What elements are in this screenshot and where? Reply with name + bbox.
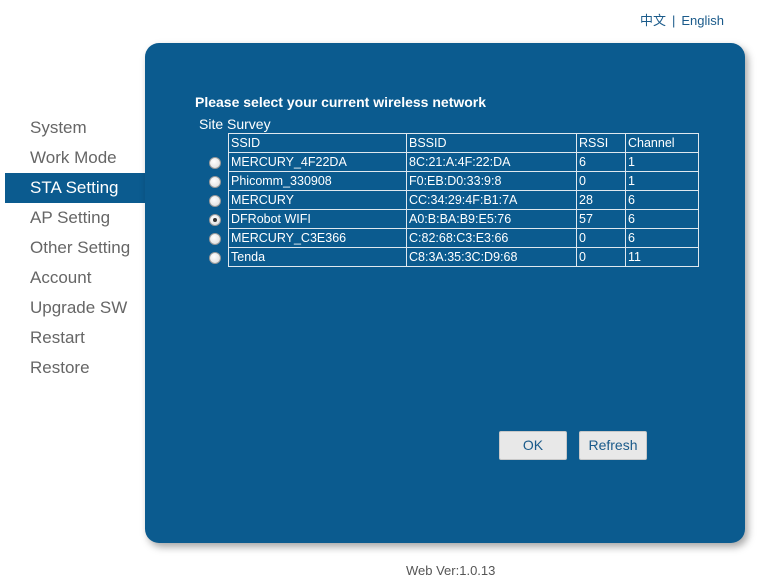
network-radio[interactable] <box>208 251 221 264</box>
channel-cell: 1 <box>625 171 699 191</box>
rssi-cell: 0 <box>576 171 626 191</box>
channel-cell: 6 <box>625 190 699 210</box>
sidebar-item-other-setting[interactable]: Other Setting <box>0 233 145 263</box>
radio-cell <box>201 153 229 172</box>
sidebar-item-restart[interactable]: Restart <box>0 323 145 353</box>
header-rssi: RSSI <box>576 133 626 153</box>
sidebar-item-ap-setting[interactable]: AP Setting <box>0 203 145 233</box>
header-bssid: BSSID <box>406 133 577 153</box>
channel-cell: 11 <box>625 247 699 267</box>
network-radio[interactable] <box>208 194 221 207</box>
rssi-cell: 0 <box>576 247 626 267</box>
rssi-cell: 57 <box>576 209 626 229</box>
radio-cell <box>201 191 229 210</box>
bssid-cell: 8C:21:A:4F:22:DA <box>406 152 577 172</box>
sidebar-item-restore[interactable]: Restore <box>0 353 145 383</box>
sidebar-item-work-mode[interactable]: Work Mode <box>0 143 145 173</box>
ssid-cell: MERCURY_4F22DA <box>228 152 407 172</box>
network-radio[interactable] <box>208 213 221 226</box>
sidebar-nav: System Work Mode STA Setting AP Setting … <box>0 113 145 383</box>
bssid-cell: CC:34:29:4F:B1:7A <box>406 190 577 210</box>
table-row[interactable]: MERCURY CC:34:29:4F:B1:7A 28 6 <box>201 190 699 210</box>
sidebar-item-sta-setting[interactable]: STA Setting <box>5 173 145 203</box>
bssid-cell: F0:EB:D0:33:9:8 <box>406 171 577 191</box>
network-radio[interactable] <box>208 232 221 245</box>
ssid-cell: DFRobot WIFI <box>228 209 407 229</box>
radio-header-cell <box>201 134 229 153</box>
table-row[interactable]: MERCURY_4F22DA 8C:21:A:4F:22:DA 6 1 <box>201 152 699 172</box>
radio-cell <box>201 172 229 191</box>
table-row[interactable]: Tenda C8:3A:35:3C:D9:68 0 11 <box>201 247 699 267</box>
language-switcher: 中文 | English <box>640 10 724 29</box>
ssid-cell: Phicomm_330908 <box>228 171 407 191</box>
radio-cell <box>201 210 229 229</box>
refresh-button[interactable]: Refresh <box>579 431 647 460</box>
ssid-cell: Tenda <box>228 247 407 267</box>
channel-cell: 6 <box>625 209 699 229</box>
bssid-cell: C:82:68:C3:E3:66 <box>406 228 577 248</box>
ssid-cell: MERCURY <box>228 190 407 210</box>
channel-cell: 6 <box>625 228 699 248</box>
network-radio[interactable] <box>208 156 221 169</box>
table-header-row: SSID BSSID RSSI Channel <box>201 133 699 153</box>
lang-separator: | <box>671 13 676 28</box>
lang-chinese-link[interactable]: 中文 <box>640 13 666 28</box>
panel-title: Please select your current wireless netw… <box>195 94 487 110</box>
rssi-cell: 6 <box>576 152 626 172</box>
header-ssid: SSID <box>228 133 407 153</box>
radio-cell <box>201 229 229 248</box>
table-row[interactable]: Phicomm_330908 F0:EB:D0:33:9:8 0 1 <box>201 171 699 191</box>
site-survey-table: SSID BSSID RSSI Channel MERCURY_4F22DA 8C… <box>201 133 699 267</box>
network-radio[interactable] <box>208 175 221 188</box>
site-survey-label: Site Survey <box>199 116 271 132</box>
bssid-cell: C8:3A:35:3C:D9:68 <box>406 247 577 267</box>
bssid-cell: A0:B:BA:B9:E5:76 <box>406 209 577 229</box>
ok-button[interactable]: OK <box>499 431 567 460</box>
lang-english-link[interactable]: English <box>681 13 724 28</box>
ssid-cell: MERCURY_C3E366 <box>228 228 407 248</box>
sta-setting-panel: Please select your current wireless netw… <box>145 43 745 543</box>
table-row[interactable]: MERCURY_C3E366 C:82:68:C3:E3:66 0 6 <box>201 228 699 248</box>
sidebar-item-system[interactable]: System <box>0 113 145 143</box>
radio-cell <box>201 248 229 267</box>
header-channel: Channel <box>625 133 699 153</box>
channel-cell: 1 <box>625 152 699 172</box>
table-row[interactable]: DFRobot WIFI A0:B:BA:B9:E5:76 57 6 <box>201 209 699 229</box>
web-version: Web Ver:1.0.13 <box>406 563 496 578</box>
sidebar-item-upgrade-sw[interactable]: Upgrade SW <box>0 293 145 323</box>
rssi-cell: 28 <box>576 190 626 210</box>
rssi-cell: 0 <box>576 228 626 248</box>
sidebar-item-account[interactable]: Account <box>0 263 145 293</box>
